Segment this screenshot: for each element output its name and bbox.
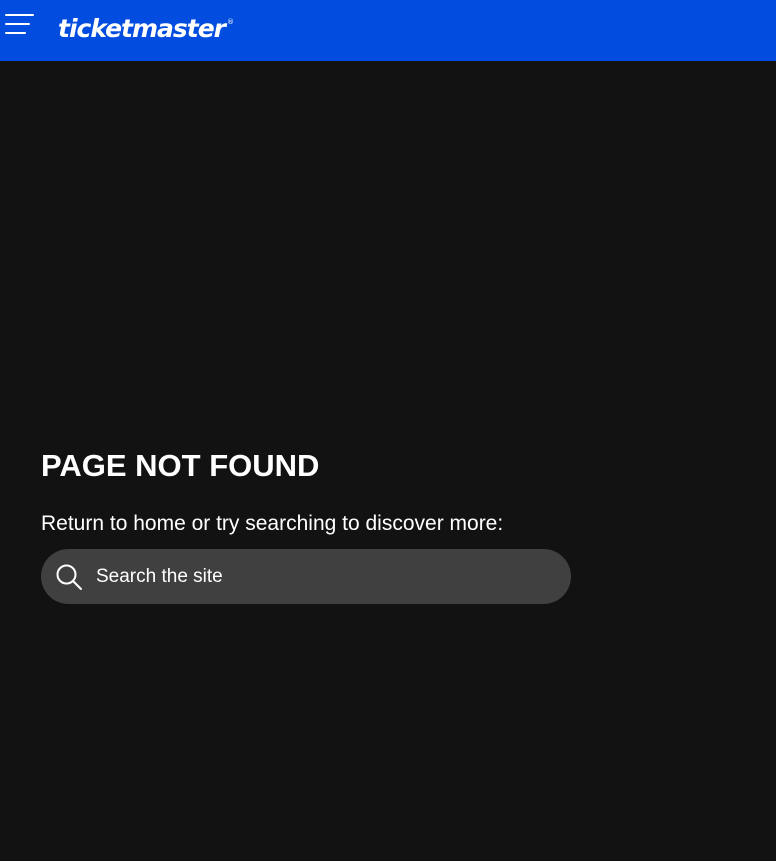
search-input[interactable] — [96, 549, 556, 604]
search-bar[interactable] — [41, 549, 571, 604]
site-header: ticketmaster ® — [0, 0, 776, 61]
main-content: PAGE NOT FOUND Return to home or try sea… — [0, 61, 776, 861]
search-icon[interactable] — [55, 563, 83, 591]
logo-text: ticketmaster — [58, 14, 226, 43]
hamburger-menu-icon — [5, 14, 34, 34]
error-message: Return to home or try searching to disco… — [41, 512, 504, 535]
page-title: PAGE NOT FOUND — [41, 448, 320, 483]
registered-mark: ® — [227, 18, 235, 26]
ticketmaster-logo[interactable]: ticketmaster ® — [58, 5, 234, 46]
menu-button[interactable] — [3, 12, 35, 36]
